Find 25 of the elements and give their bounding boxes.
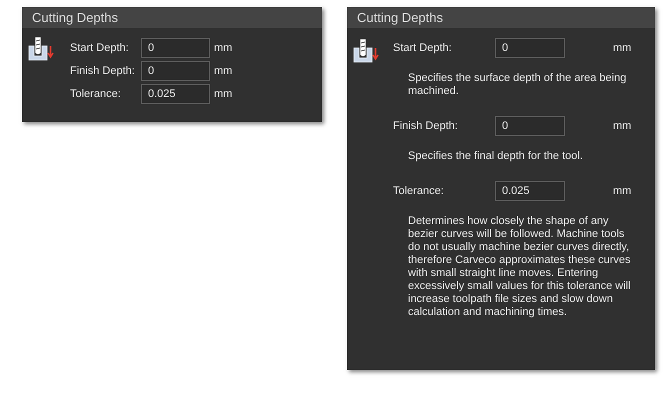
depth-input-field[interactable]: 0 bbox=[495, 38, 565, 58]
field-label: Tolerance: bbox=[70, 86, 122, 102]
unit-label: mm bbox=[613, 118, 632, 134]
cutting-tool-icon bbox=[28, 36, 54, 62]
field-label: Tolerance: bbox=[393, 184, 445, 199]
depth-input-field[interactable]: 0 bbox=[141, 38, 210, 58]
depth-input-field[interactable]: 0.025 bbox=[141, 84, 210, 104]
field-label: Finish Depth: bbox=[393, 118, 459, 134]
cutting-tool-icon bbox=[353, 38, 379, 64]
field-label: Finish Depth: bbox=[70, 64, 136, 79]
panel-title: Cutting Depths bbox=[32, 8, 118, 27]
field-label: Start Depth: bbox=[70, 40, 130, 56]
depth-input-field[interactable]: 0 bbox=[495, 116, 565, 136]
field-label: Start Depth: bbox=[393, 40, 453, 56]
depth-input-field[interactable]: 0 bbox=[141, 61, 210, 81]
field-description: Specifies the surface depth of the area being machined. bbox=[408, 72, 628, 98]
unit-label: mm bbox=[613, 184, 632, 199]
field-description: Specifies the final depth for the tool. bbox=[408, 150, 584, 163]
unit-label: mm bbox=[613, 40, 632, 56]
unit-label: mm bbox=[214, 86, 232, 102]
unit-label: mm bbox=[214, 64, 232, 79]
unit-label: mm bbox=[214, 40, 232, 56]
panel-title: Cutting Depths bbox=[357, 8, 443, 27]
field-description: Determines how closely the shape of any bezier curves will be followed. Machine tools do not usually machine bezier curves directly, therefore Carveco approximates these curves with small straight line moves. Entering excessively small values for this tolerance will increase toolpath file sizes and slow down calculation and machining times. bbox=[408, 215, 632, 319]
depth-input-field[interactable]: 0.025 bbox=[495, 181, 565, 201]
